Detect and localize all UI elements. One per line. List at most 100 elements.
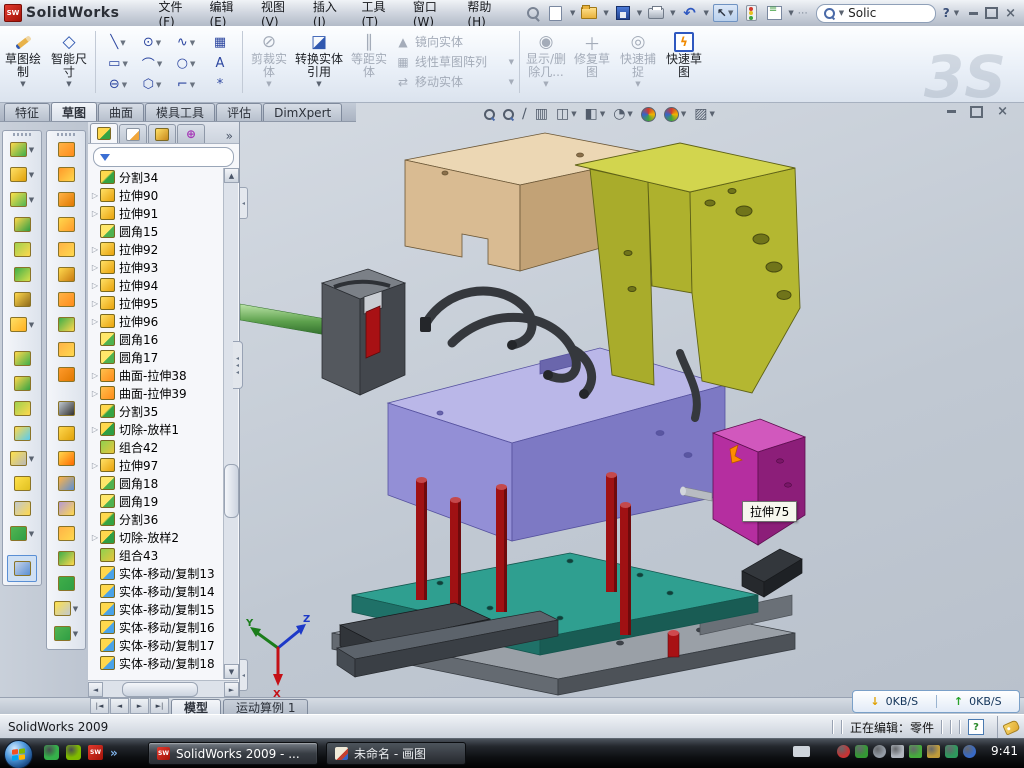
doc-close-button[interactable]: × [997, 105, 1008, 118]
tab-scroll-button[interactable]: ◄ [110, 698, 129, 714]
sync-status-icon[interactable] [963, 745, 976, 758]
tree-item[interactable]: 实体-移动/复制16 [90, 618, 222, 636]
feature-manager-t ab[interactable] [90, 123, 118, 143]
sketch-entity-button[interactable]: ▭▼ [101, 53, 135, 74]
pane-splitter-handle[interactable]: ◂ [240, 659, 248, 691]
tree-horizontal-scrollbar[interactable]: ◄ ► [88, 680, 238, 697]
view-orientation-icon[interactable]: ◫▼ [556, 106, 577, 122]
replace-face-icon[interactable] [47, 421, 85, 446]
reference-point-icon[interactable]: ▼ [3, 446, 41, 471]
move-face-icon[interactable] [47, 471, 85, 496]
sketch-entity-button[interactable]: ⊙▼ [135, 32, 169, 53]
trim-entities-button[interactable]: ⊘剪裁实体▼ [246, 29, 292, 97]
keyboard-layout-icon[interactable] [793, 746, 810, 757]
graphics-viewport[interactable]: Y Z X ∕▥◫▼◧▼◔▼▼▨▼ × ◂ ◂ 拉伸75 [240, 103, 1024, 697]
search-input[interactable]: ▼ Solic [816, 4, 936, 23]
reference-axis-icon[interactable] [3, 496, 41, 521]
tree-item[interactable]: ▷拉伸94 [90, 276, 222, 294]
tree-item[interactable]: 实体-移动/复制17 [90, 636, 222, 654]
zoom-to-fit-icon[interactable] [484, 109, 495, 120]
open-file-button[interactable] [579, 4, 599, 22]
section-view-icon[interactable]: ▥ [535, 106, 548, 122]
sketch-button[interactable]: 草图绘制▼ [0, 29, 46, 97]
curve-icon[interactable]: ▼ [47, 621, 85, 646]
fillet-icon[interactable]: ▼ [3, 187, 41, 212]
view-settings-icon[interactable]: ▨▼ [694, 106, 715, 122]
close-button[interactable]: × [1005, 7, 1016, 20]
measure-icon[interactable] [7, 555, 37, 582]
display-delete-relations-button[interactable]: ◉显示/删除几...▼ [523, 29, 569, 97]
pin-icon[interactable] [523, 4, 543, 22]
tree-item[interactable]: ▷切除-放样2 [90, 528, 222, 546]
tree-filter-input[interactable] [93, 147, 234, 167]
tree-item[interactable]: 分割35 [90, 402, 222, 420]
undo-dropdown[interactable]: ▼ [704, 9, 709, 17]
solidworks-quicklaunch-icon[interactable]: SW [88, 745, 103, 760]
move-copy-body-icon[interactable] [3, 421, 41, 446]
expand-arrow-icon[interactable]: ▷ [90, 317, 100, 326]
swept-surface-icon[interactable] [47, 137, 85, 162]
tree-item[interactable]: ▷拉伸90 [90, 186, 222, 204]
tree-item[interactable]: ▷拉伸92 [90, 240, 222, 258]
tree-item[interactable]: ▷曲面-拉伸38 [90, 366, 222, 384]
knit-surface-icon[interactable] [47, 521, 85, 546]
sketch-entity-button[interactable]: ⌐▼ [169, 74, 203, 95]
tree-item[interactable]: ▷拉伸91 [90, 204, 222, 222]
tree-item[interactable]: 组合42 [90, 438, 222, 456]
doc-restore-button[interactable] [970, 106, 983, 118]
scroll-left-button[interactable]: ◄ [88, 682, 103, 697]
delete-face-icon[interactable] [47, 396, 85, 421]
untrim-surface-icon[interactable] [47, 446, 85, 471]
tree-item[interactable]: ▷拉伸96 [90, 312, 222, 330]
command-tab-草图[interactable]: 草图 [51, 102, 97, 121]
dimxpert-manager-tab[interactable]: ⊕ [177, 124, 205, 143]
command-tab-模具工具[interactable]: 模具工具 [145, 103, 215, 121]
hide-show-items-icon[interactable]: ◔▼ [613, 106, 633, 122]
tree-item[interactable]: 圆角18 [90, 474, 222, 492]
scroll-up-button[interactable]: ▲ [224, 168, 239, 183]
command-tab-特征[interactable]: 特征 [4, 103, 50, 121]
tree-item[interactable]: 圆角17 [90, 348, 222, 366]
boundary-surface-icon[interactable] [47, 312, 85, 337]
tree-item[interactable]: 分割34 [90, 168, 222, 186]
configuration-manager-tab[interactable] [148, 124, 176, 143]
antivirus-shield-icon[interactable] [837, 745, 850, 758]
linear-pattern-icon[interactable]: ▼ [3, 312, 41, 337]
expand-arrow-icon[interactable]: ▷ [90, 299, 100, 308]
scroll-right-button[interactable]: ► [224, 682, 239, 697]
open-file-dropdown[interactable]: ▼ [603, 9, 608, 17]
rapid-sketch-button[interactable]: ϟ快速草图 [661, 29, 707, 97]
lofted-boss-icon[interactable] [3, 262, 41, 287]
extruded-boss-icon[interactable]: ▼ [3, 137, 41, 162]
tree-item[interactable]: 实体-移动/复制13 [90, 564, 222, 582]
tree-item[interactable]: ▷拉伸93 [90, 258, 222, 276]
scroll-thumb[interactable] [224, 464, 239, 518]
tree-item[interactable]: 分割36 [90, 510, 222, 528]
sketch-entity-button[interactable]: ▦ [203, 32, 237, 53]
expand-arrow-icon[interactable]: ▷ [90, 281, 100, 290]
tree-item[interactable]: 圆角16 [90, 330, 222, 348]
tree-vertical-scrollbar[interactable]: ▲ ▼ [223, 168, 238, 679]
tree-item[interactable]: 圆角15 [90, 222, 222, 240]
update-gear-icon[interactable] [873, 745, 886, 758]
power-plan-icon[interactable] [909, 745, 922, 758]
help-button[interactable]: ? [943, 6, 950, 20]
tab-motion-study[interactable]: 运动算例 1 [223, 699, 308, 715]
volume-icon[interactable] [891, 745, 904, 758]
split-icon[interactable] [3, 346, 41, 371]
messenger-icon[interactable] [44, 745, 59, 760]
revolved-surface-icon[interactable] [47, 162, 85, 187]
tree-item[interactable]: 实体-移动/复制18 [90, 654, 222, 672]
quick-tips-icon[interactable]: ? [968, 719, 984, 735]
point-icon[interactable]: ▼ [47, 596, 85, 621]
sketch-entity-button[interactable]: ╲▼ [101, 32, 135, 53]
network-speed-widget[interactable]: ↓0KB/S ↑0KB/S [852, 690, 1020, 713]
overflow-icon[interactable]: ⋯ [798, 8, 809, 19]
ribbon-row-button[interactable]: ▲镜向实体 [396, 33, 514, 50]
tree-item[interactable]: 圆角19 [90, 492, 222, 510]
tab-scroll-button[interactable]: ►| [150, 698, 169, 714]
tree-item[interactable]: ▷曲面-拉伸39 [90, 384, 222, 402]
sketch-entity-button[interactable]: ⌒▼ [135, 53, 169, 74]
repair-sketch-button[interactable]: ＋修复草图 [569, 29, 615, 97]
sketch-entity-button[interactable]: ⊖▼ [101, 74, 135, 95]
